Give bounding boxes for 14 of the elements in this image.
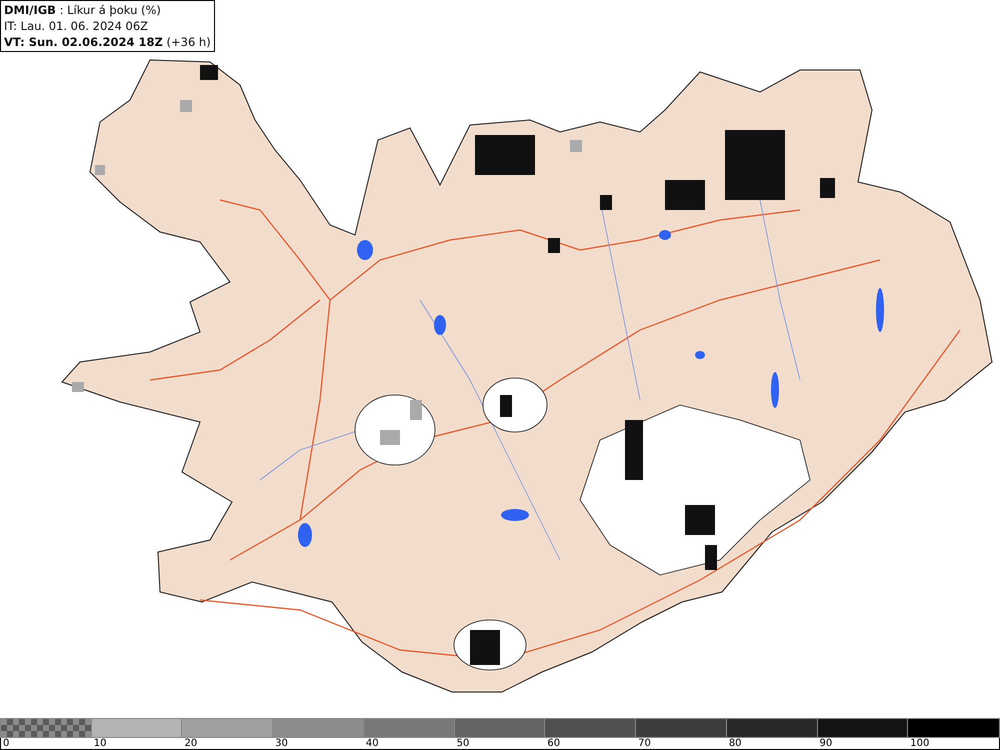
scale-label: 40 bbox=[366, 738, 379, 749]
scale-label: 70 bbox=[638, 738, 651, 749]
map-info-line: VT: Sun. 02.06.2024 18Z (+36 h) bbox=[4, 34, 211, 50]
map-info-line: DMI/IGB : Líkur á þoku (%) bbox=[4, 2, 162, 18]
scale-label: 0 bbox=[3, 738, 10, 749]
map-info-line: IT: Lau. 01. 06. 2024 06Z bbox=[4, 18, 150, 34]
scale-label: 50 bbox=[456, 738, 470, 749]
scale-label: 100 bbox=[910, 738, 930, 749]
scale-label: 10 bbox=[94, 738, 106, 749]
scale-label: 90 bbox=[820, 738, 832, 749]
scale-label: 60 bbox=[547, 738, 560, 749]
scale-label: 30 bbox=[275, 738, 288, 749]
scale-label: 20 bbox=[184, 738, 198, 749]
scale-label: 80 bbox=[728, 738, 742, 749]
